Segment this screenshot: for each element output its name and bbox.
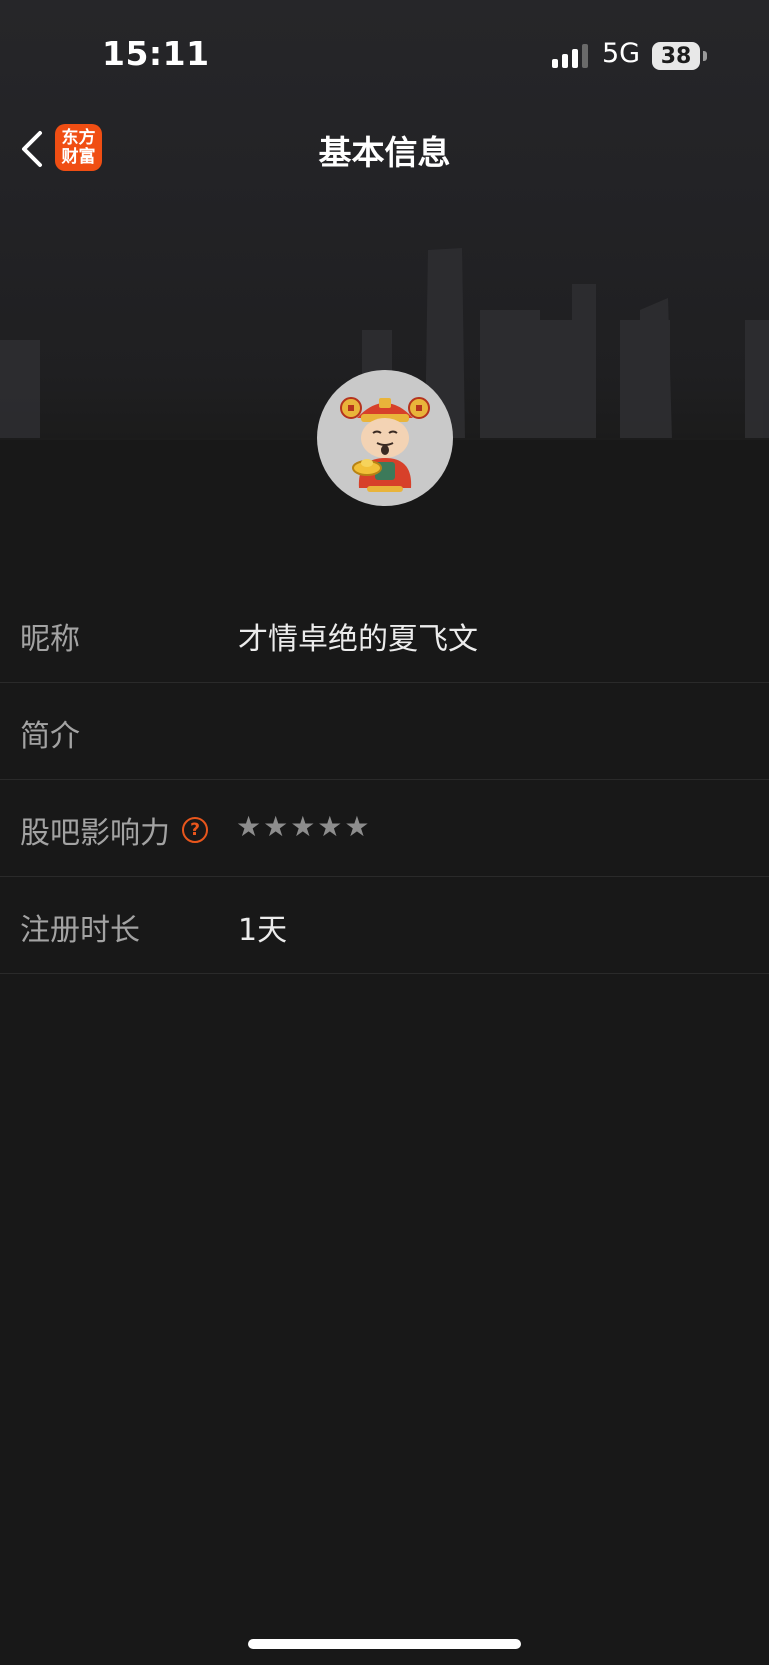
- page-title: 基本信息: [318, 133, 451, 172]
- register-row: 注册时长 1天: [0, 877, 769, 974]
- god-of-wealth-avatar-icon: [340, 397, 430, 492]
- nickname-value: 才情卓绝的夏飞文: [238, 622, 478, 657]
- register-label: 注册时长: [20, 913, 140, 948]
- battery-cap: [703, 51, 707, 61]
- battery-icon: 38: [652, 42, 700, 70]
- nickname-label: 昵称: [20, 622, 80, 657]
- influence-row: 股吧影响力 ? ★★★★★: [0, 780, 769, 877]
- navigation-bar: 东方 财富 基本信息: [0, 110, 769, 190]
- question-circle-icon[interactable]: ?: [182, 817, 208, 843]
- influence-stars: ★★★★★: [236, 810, 372, 843]
- influence-label-group: 股吧影响力 ?: [20, 808, 208, 852]
- status-time: 15:11: [102, 34, 210, 73]
- influence-label: 股吧影响力: [20, 816, 170, 851]
- battery-level: 38: [660, 43, 692, 69]
- home-indicator[interactable]: [248, 1639, 521, 1649]
- bio-label: 简介: [20, 719, 80, 754]
- info-list: 昵称 才情卓绝的夏飞文 简介 股吧影响力 ? ★★★★★ 注册时长 1天: [0, 586, 769, 974]
- cellular-signal-icon: [552, 44, 588, 68]
- network-type: 5G: [602, 38, 641, 69]
- bio-row[interactable]: 简介: [0, 683, 769, 780]
- status-bar: 15:11 5G 38: [0, 0, 769, 110]
- nickname-row[interactable]: 昵称 才情卓绝的夏飞文: [0, 586, 769, 683]
- register-value: 1天: [238, 913, 288, 948]
- avatar[interactable]: [317, 370, 453, 506]
